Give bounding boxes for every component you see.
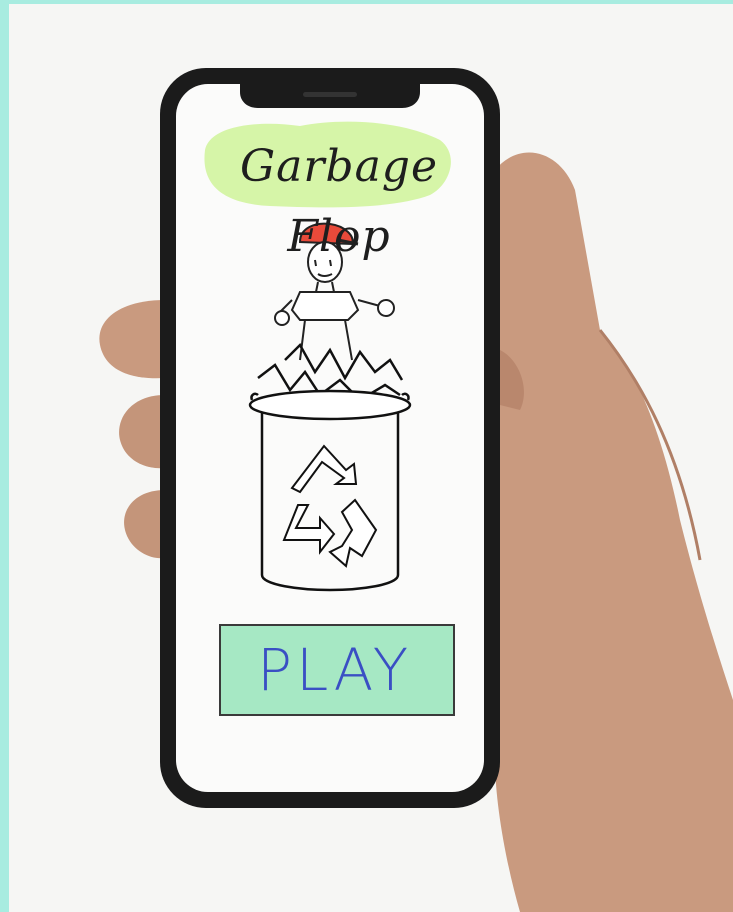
game-title: Garbage Flop [239, 141, 439, 262]
speaker-grille [303, 92, 357, 97]
play-label: PLAY [257, 636, 413, 704]
photo-frame: Garbage Flop PLAY [9, 4, 733, 912]
play-button[interactable]: PLAY [219, 624, 455, 716]
